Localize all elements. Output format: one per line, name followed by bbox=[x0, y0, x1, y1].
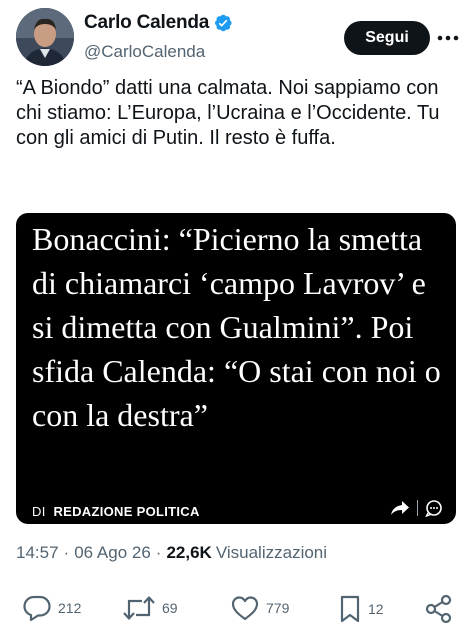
like-count: 779 bbox=[266, 600, 290, 616]
user-handle[interactable]: @CarloCalenda bbox=[84, 42, 205, 62]
reply-button[interactable]: 212 bbox=[22, 594, 81, 622]
comment-bubble-icon[interactable] bbox=[424, 499, 444, 517]
link-card[interactable]: Bonaccini: “Picierno la smetta di chiama… bbox=[16, 213, 456, 524]
avatar[interactable] bbox=[16, 8, 74, 66]
verified-badge-icon bbox=[215, 14, 232, 32]
reply-icon bbox=[23, 595, 51, 622]
heart-icon bbox=[231, 596, 259, 621]
tweet-text: “A Biondo” datti una calmata. Noi sappia… bbox=[16, 77, 440, 149]
meta-separator: · bbox=[155, 543, 162, 562]
share-arrow-icon[interactable] bbox=[389, 499, 411, 517]
tweet-time[interactable]: 14:57 bbox=[16, 543, 59, 563]
card-source-prefix: DI bbox=[32, 503, 46, 519]
bookmark-icon bbox=[340, 595, 360, 623]
retweet-count: 69 bbox=[162, 600, 178, 616]
card-icons bbox=[389, 499, 444, 517]
retweet-icon bbox=[123, 596, 155, 620]
more-options-icon[interactable] bbox=[436, 28, 460, 48]
display-name[interactable]: Carlo Calenda bbox=[84, 12, 209, 34]
tweet-date[interactable]: 06 Ago 26 bbox=[74, 543, 151, 563]
views-count[interactable]: 22,6K bbox=[166, 543, 211, 563]
tweet-header: Carlo Calenda @CarloCalenda Segui bbox=[0, 0, 474, 76]
tweet-meta: 14:57 · 06 Ago 26 · 22,6K Visualizzazion… bbox=[16, 543, 327, 563]
card-headline: Bonaccini: “Picierno la smetta di chiama… bbox=[32, 221, 441, 433]
share-icon bbox=[425, 594, 452, 624]
share-button[interactable] bbox=[424, 594, 454, 624]
name-row: Carlo Calenda bbox=[84, 12, 233, 34]
card-footer: DI REDAZIONE POLITICA bbox=[32, 499, 444, 521]
card-icon-divider bbox=[417, 500, 418, 516]
views-label: Visualizzazioni bbox=[215, 543, 328, 562]
card-source: DI REDAZIONE POLITICA bbox=[32, 504, 200, 519]
like-button[interactable]: 779 bbox=[230, 594, 289, 622]
reply-count: 212 bbox=[58, 600, 82, 616]
action-bar: 212 69 779 12 bbox=[0, 594, 474, 626]
bookmark-button[interactable]: 12 bbox=[338, 594, 384, 624]
card-source-name: REDAZIONE POLITICA bbox=[53, 503, 200, 519]
meta-separator: · bbox=[63, 543, 70, 562]
retweet-button[interactable]: 69 bbox=[122, 594, 178, 622]
follow-button[interactable]: Segui bbox=[344, 21, 430, 55]
bookmark-count: 12 bbox=[368, 601, 384, 617]
